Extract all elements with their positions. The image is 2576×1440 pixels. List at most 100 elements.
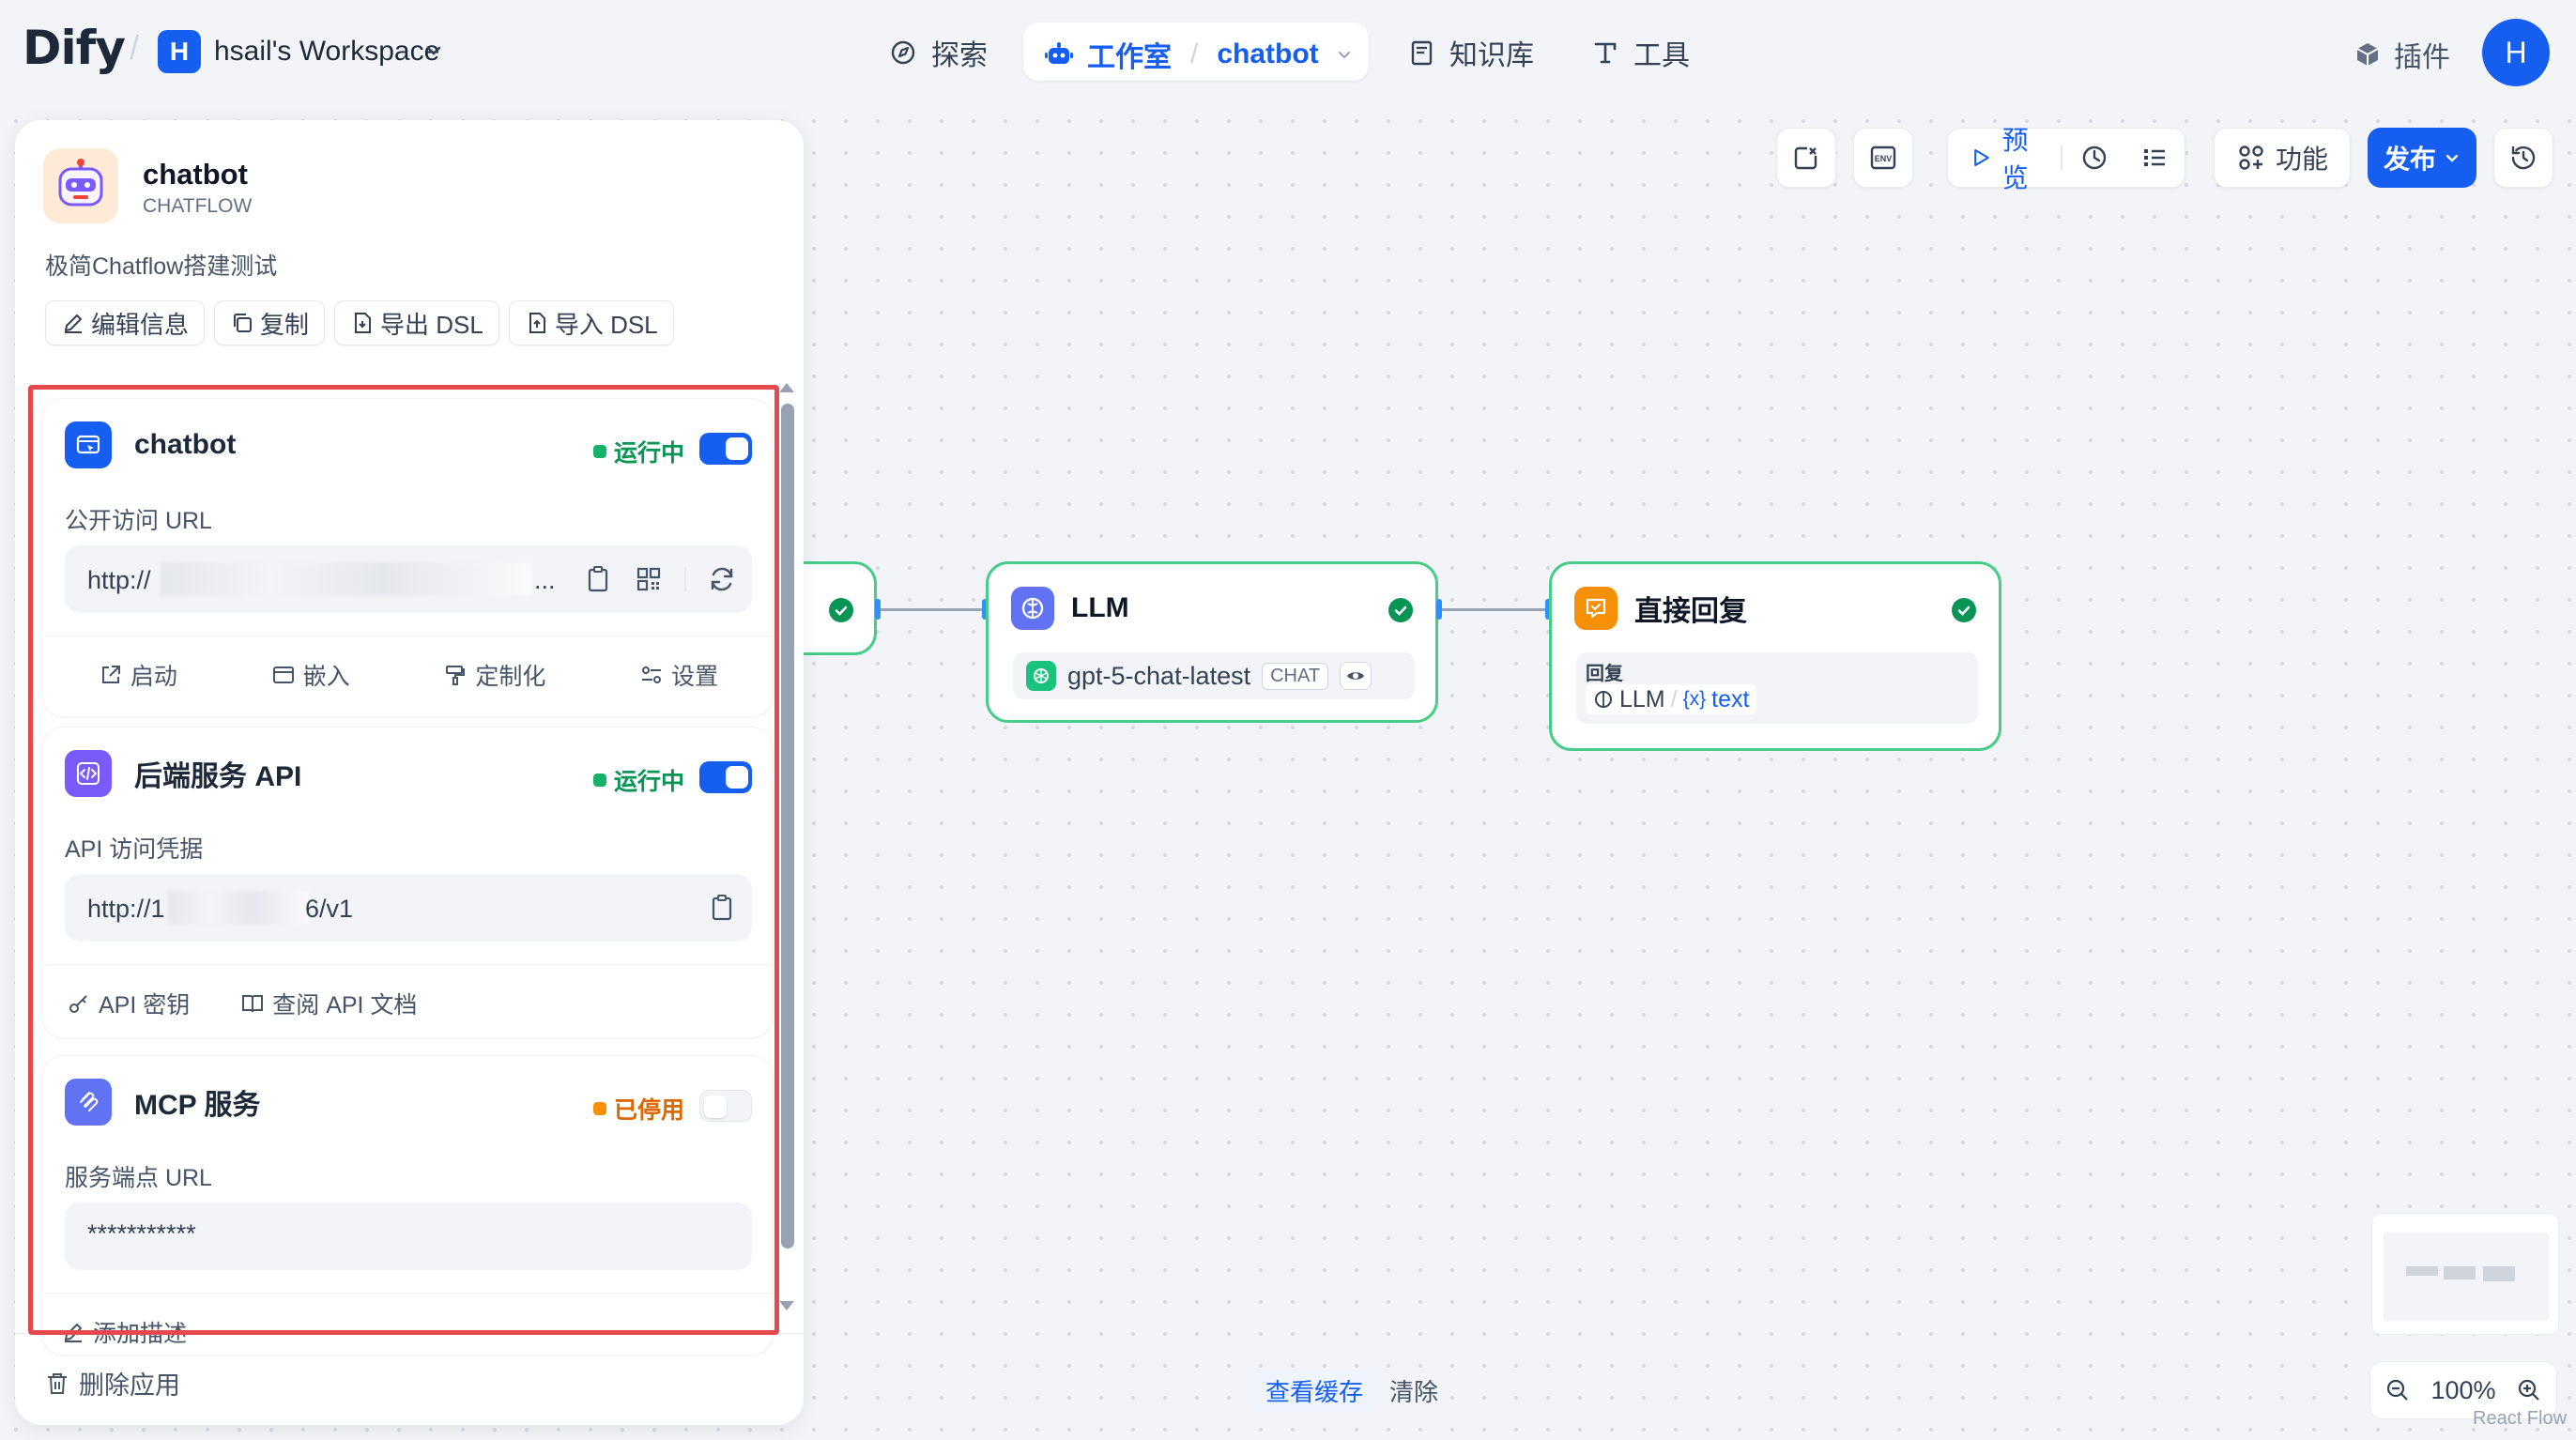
workspace-avatar[interactable]: H — [158, 30, 201, 73]
api-url-field[interactable]: http://1 6/v1 — [65, 874, 752, 942]
webapp-title: chatbot — [134, 429, 237, 460]
delete-app-button[interactable]: 删除应用 — [43, 1365, 180, 1402]
play-icon — [1974, 148, 1989, 167]
zoom-out-icon[interactable] — [2384, 1376, 2412, 1404]
webapp-toggle[interactable] — [699, 433, 752, 465]
api-docs-button[interactable]: 查阅 API 文档 — [240, 987, 417, 1020]
breadcrumb-separator: / — [130, 28, 140, 67]
brain-icon — [1011, 587, 1054, 630]
embed-label: 嵌入 — [302, 664, 350, 690]
api-url-suffix: 6/v1 — [305, 895, 354, 923]
mcp-card: MCP 服务 已停用 服务端点 URL *********** 添加描述 — [41, 1055, 774, 1356]
preview-group: 预览 — [1947, 126, 2185, 192]
api-actions: API 密钥 查阅 API 文档 — [42, 987, 774, 1020]
webapp-url-field[interactable]: http:// ... — [65, 545, 752, 613]
nav-explore[interactable]: 探索 — [888, 28, 988, 77]
chevron-down-icon[interactable] — [424, 41, 443, 60]
book-icon — [1411, 40, 1433, 66]
refresh-icon[interactable] — [707, 564, 737, 594]
nav-studio[interactable]: 工作室 / chatbot — [1023, 23, 1369, 81]
webapp-actions: 启动 嵌入 定制化 设置 — [42, 658, 774, 692]
variable-node-name: LLM — [1619, 685, 1665, 712]
api-key-button[interactable]: API 密钥 — [67, 987, 190, 1020]
webapp-url-prefix: http:// — [87, 566, 151, 594]
divider — [15, 1333, 804, 1334]
answer-node-title: 直接回复 — [1634, 596, 1747, 627]
customize-button[interactable]: 定制化 — [443, 658, 545, 692]
robot-icon — [1045, 42, 1073, 64]
import-dsl-button[interactable]: 导入 DSL — [508, 300, 674, 345]
history-button[interactable] — [2064, 128, 2124, 188]
list-button[interactable] — [2124, 128, 2185, 188]
api-docs-label: 查阅 API 文档 — [272, 992, 418, 1019]
panel-scrollbar[interactable] — [781, 404, 794, 1249]
external-link-icon — [101, 666, 120, 683]
workspace-name[interactable]: hsail's Workspace — [214, 36, 439, 68]
clipboard-icon[interactable] — [707, 893, 737, 923]
mcp-icon — [65, 1079, 112, 1126]
app-name: chatbot — [143, 158, 248, 191]
view-cache-button[interactable]: 查看缓存 — [1249, 1369, 1381, 1412]
user-avatar[interactable]: H — [2482, 19, 2550, 86]
clear-button[interactable]: 清除 — [1380, 1369, 1449, 1412]
webapp-status: 运行中 — [592, 435, 684, 468]
paint-roller-icon — [446, 666, 466, 685]
api-status: 运行中 — [592, 763, 684, 797]
app-icon — [43, 148, 118, 223]
mcp-status: 已停用 — [592, 1092, 684, 1126]
reply-icon — [1574, 587, 1618, 630]
version-history-button[interactable] — [2493, 128, 2553, 188]
embed-button[interactable]: 嵌入 — [271, 658, 350, 692]
nav-separator: / — [1190, 38, 1199, 69]
duplicate-button[interactable]: 复制 — [214, 300, 326, 345]
env-button[interactable]: ENV — [1853, 128, 1913, 188]
edit-info-button[interactable]: 编辑信息 — [45, 300, 206, 345]
nav-explore-label: 探索 — [931, 40, 988, 71]
app-description: 极简Chatflow搭建测试 — [45, 253, 278, 280]
edge-llm-answer[interactable] — [1442, 608, 1547, 611]
model-selector[interactable]: gpt-5-chat-latest CHAT — [1013, 652, 1415, 699]
settings-label: 设置 — [671, 664, 719, 690]
dify-logo[interactable]: Dify — [23, 21, 126, 75]
api-toggle[interactable] — [699, 761, 752, 793]
file-import-icon — [529, 313, 545, 333]
env-icon: ENV — [1870, 146, 1896, 170]
llm-node[interactable]: LLM gpt-5-chat-latest CHAT — [986, 561, 1438, 723]
mcp-toggle[interactable] — [699, 1090, 752, 1122]
pencil-icon — [65, 1324, 82, 1342]
add-description-button[interactable]: 添加描述 — [61, 1315, 187, 1349]
clipboard-icon[interactable] — [583, 564, 613, 594]
checklist-button[interactable] — [1776, 128, 1836, 188]
chevron-down-icon[interactable] — [1336, 46, 1353, 63]
webapp-url-label: 公开访问 URL — [65, 508, 212, 534]
plugins-button[interactable]: 插件 — [2353, 34, 2450, 75]
preview-button[interactable]: 预览 — [1948, 126, 2059, 192]
react-flow-attribution[interactable]: React Flow — [2473, 1408, 2567, 1430]
scroll-down-arrow[interactable] — [779, 1301, 794, 1310]
minimap[interactable] — [2371, 1213, 2559, 1335]
features-button[interactable]: 功能 — [2214, 128, 2351, 188]
zoom-level[interactable]: 100% — [2430, 1376, 2495, 1405]
api-status-label: 运行中 — [613, 769, 684, 795]
launch-button[interactable]: 启动 — [99, 658, 177, 692]
zoom-in-icon[interactable] — [2515, 1376, 2543, 1404]
answer-field-label: 回复 — [1586, 664, 1623, 684]
settings-button[interactable]: 设置 — [639, 658, 718, 692]
list-icon — [2144, 149, 2165, 166]
export-dsl-button[interactable]: 导出 DSL — [334, 300, 499, 345]
edge-start-llm[interactable] — [881, 608, 984, 611]
current-app-name[interactable]: chatbot — [1217, 38, 1318, 70]
scroll-up-arrow[interactable] — [779, 383, 794, 392]
check-circle-icon — [1388, 598, 1413, 622]
publish-button[interactable]: 发布 — [2368, 128, 2476, 188]
webapp-card: chatbot 运行中 公开访问 URL http:// ... 启动 嵌入 定… — [41, 398, 774, 717]
eye-icon[interactable] — [1340, 662, 1372, 690]
model-mode-badge: CHAT — [1262, 662, 1329, 690]
mcp-url-field[interactable]: *********** — [65, 1203, 752, 1270]
nav-tools[interactable]: 工具 — [1590, 28, 1690, 77]
api-url-label: API 访问凭据 — [65, 836, 204, 863]
qr-code-icon[interactable] — [634, 564, 664, 594]
nav-knowledge[interactable]: 知识库 — [1406, 28, 1534, 77]
answer-node[interactable]: 直接回复 回复 LLM / {x} text — [1549, 561, 2001, 751]
model-name: gpt-5-chat-latest — [1067, 661, 1251, 690]
